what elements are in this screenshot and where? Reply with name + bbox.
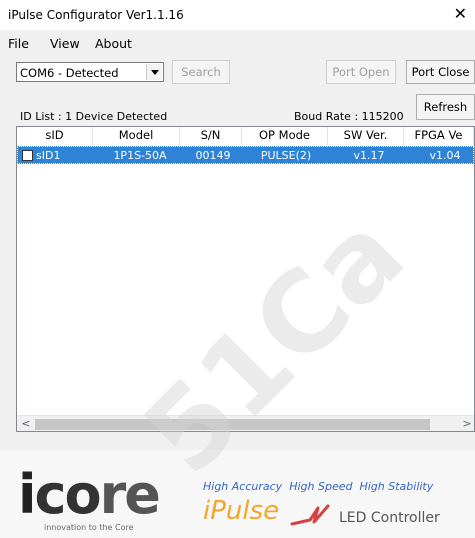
brand-name: iPulse — [203, 496, 280, 526]
product-name: LED Controller — [339, 510, 440, 526]
menu-bar: File View About — [0, 30, 475, 54]
cell-op-mode: PULSE(2) — [260, 149, 312, 162]
cell-sid: sID1 — [36, 149, 61, 162]
menu-file[interactable]: File — [8, 36, 29, 51]
scroll-thumb[interactable] — [35, 419, 430, 430]
swoosh-icon — [290, 504, 330, 526]
column-header-sw-ver[interactable]: SW Ver. — [328, 127, 404, 145]
column-header-fpga-ver[interactable]: FPGA Ve — [404, 127, 474, 145]
column-header-model[interactable]: Model — [93, 127, 180, 145]
row-checkbox[interactable] — [22, 150, 33, 161]
logo-re: re — [99, 463, 161, 526]
baud-rate-label: Boud Rate : 115200 — [294, 110, 404, 123]
cell-fpga-ver: v1.04 — [429, 149, 461, 162]
title-bar: iPulse Configurator Ver1.1.16 ✕ — [0, 0, 475, 30]
port-select[interactable]: COM6 - Detected — [16, 62, 164, 82]
refresh-button[interactable]: Refresh — [416, 94, 475, 120]
port-open-button[interactable]: Port Open — [326, 60, 396, 84]
device-list[interactable]: sID Model S/N OP Mode SW Ver. FPGA Ve sI… — [16, 126, 475, 432]
cell-sw-ver: v1.17 — [353, 149, 385, 162]
menu-view[interactable]: View — [50, 36, 80, 51]
column-header-sid[interactable]: sID — [17, 127, 93, 145]
port-close-button[interactable]: Port Close — [406, 60, 475, 84]
close-icon[interactable]: ✕ — [454, 6, 467, 22]
icore-logo: icore — [18, 468, 161, 522]
menu-about[interactable]: About — [95, 36, 132, 51]
window-title: iPulse Configurator Ver1.1.16 — [8, 8, 184, 22]
cell-model: 1P1S-50A — [113, 149, 167, 162]
table-row[interactable]: sID1 1P1S-50A 00149 PULSE(2) v1.17 v1.04 — [17, 146, 474, 164]
device-count-label: ID List : 1 Device Detected — [20, 110, 168, 123]
column-header-op-mode[interactable]: OP Mode — [242, 127, 328, 145]
scroll-left-icon[interactable]: < — [19, 417, 33, 431]
column-header-sn[interactable]: S/N — [180, 127, 242, 145]
toolbar: COM6 - Detected Search Port Open Port Cl… — [0, 54, 475, 120]
scroll-right-icon[interactable]: > — [460, 417, 474, 431]
tagline-speed: High Speed — [289, 480, 353, 493]
logo-i: i — [18, 463, 36, 526]
logo-tagline: innovation to the Core — [44, 523, 134, 532]
tagline-accuracy: High Accuracy — [203, 480, 283, 493]
search-button[interactable]: Search — [172, 60, 230, 84]
cell-sn: 00149 — [195, 149, 231, 162]
horizontal-scrollbar[interactable]: < > — [17, 415, 474, 431]
chevron-down-icon[interactable] — [146, 64, 162, 80]
logo-co: co — [34, 463, 102, 526]
feature-taglines: High Accuracy High Speed High Stability — [203, 480, 433, 493]
branding-footer: icore innovation to the Core High Accura… — [0, 450, 475, 538]
tagline-stability: High Stability — [359, 480, 434, 493]
port-select-value: COM6 - Detected — [20, 66, 119, 80]
